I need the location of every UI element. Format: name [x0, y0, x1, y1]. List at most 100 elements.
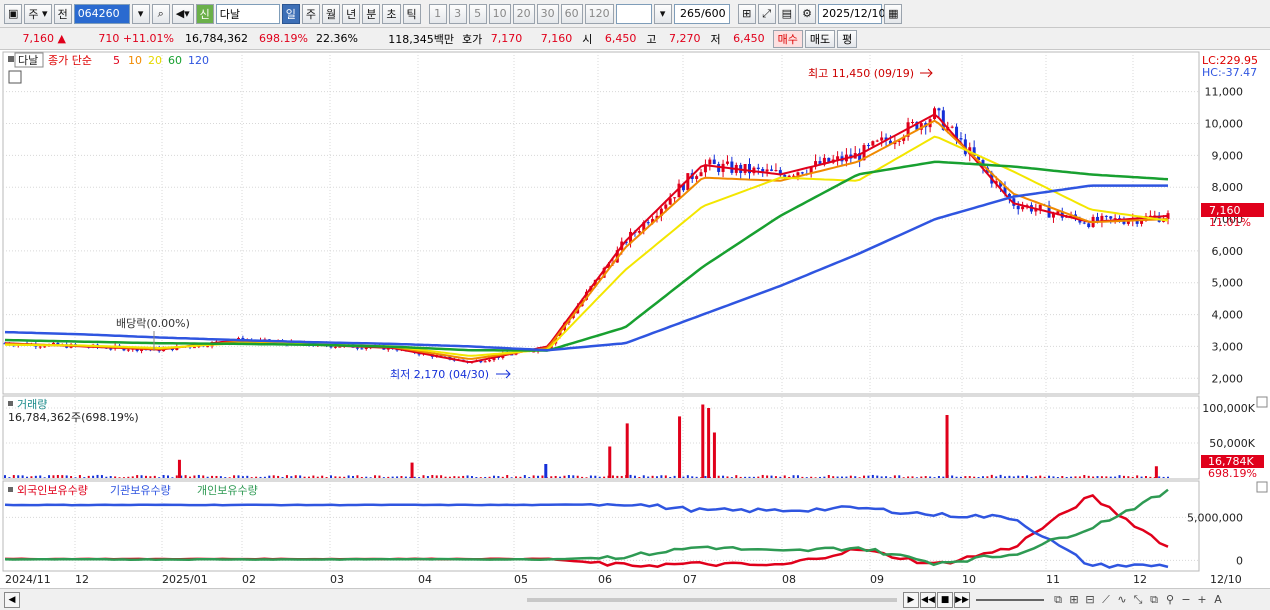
speaker-icon[interactable]: ◀▾ [171, 3, 194, 24]
market-select[interactable]: 주 ▾ [24, 3, 52, 24]
volume-collapse-icon[interactable] [1256, 396, 1268, 408]
scroll-track[interactable] [22, 593, 902, 607]
interval-10[interactable]: 10 [488, 3, 511, 24]
volume-bar [396, 476, 399, 478]
interval-60[interactable]: 60 [560, 3, 583, 24]
price-tick-label: 6,000 [1212, 245, 1244, 258]
indicator-icon[interactable]: ⊞ [737, 3, 756, 24]
eval-button[interactable]: 평 [837, 29, 858, 48]
candle-body [1104, 215, 1108, 217]
candle-body [360, 348, 364, 350]
trend-tool-icon[interactable]: ⤡ [1130, 592, 1146, 608]
save-icon[interactable]: ▤ [777, 3, 797, 24]
interval-5[interactable]: 5 [468, 3, 487, 24]
interval-30[interactable]: 30 [536, 3, 559, 24]
foreign-legend[interactable]: 외국인보유수량 [17, 484, 88, 497]
volume-bar [334, 476, 337, 478]
volume-bar [801, 476, 804, 478]
volume-bar [515, 476, 518, 478]
volume-bar [669, 476, 672, 478]
volume-bar [246, 475, 249, 478]
panel-marker-icon [8, 56, 14, 62]
volume-title: 거래량 [17, 398, 47, 411]
line-tool-icon[interactable]: ⟋ [1098, 592, 1114, 608]
volume-bar [65, 475, 68, 478]
code-dropdown-icon[interactable]: ▾ [131, 3, 150, 24]
ma60-legend[interactable]: 60 [168, 54, 182, 67]
minus-icon[interactable]: − [1178, 592, 1194, 608]
calendar-icon[interactable]: ▦ [884, 3, 903, 24]
candle-body [950, 126, 954, 128]
period-minute[interactable]: 분 [362, 3, 381, 24]
holdings-tick-label: 5,000,000 [1187, 511, 1243, 524]
ma10-legend[interactable]: 10 [128, 54, 142, 67]
volume-bar [1078, 476, 1081, 478]
volume-bar [457, 476, 460, 478]
chart-toolbar: ▣ 주 ▾ 전 064260 ▾ ⌕ ◀▾ 신 다날 일 주 월 년 분 초 틱… [0, 0, 1270, 28]
sell-button[interactable]: 매도 [804, 29, 836, 48]
stock-code-input[interactable]: 064260 [73, 3, 130, 24]
scroll-left-icon[interactable]: ◀ [4, 591, 20, 608]
volume-bar [532, 475, 535, 478]
scroll-right-icon[interactable]: ▶ [903, 591, 919, 608]
chart-menu-icon[interactable]: ▣ [4, 3, 23, 24]
rewind-icon[interactable]: ◀◀ [920, 591, 936, 608]
ma120-legend[interactable]: 120 [188, 54, 209, 67]
copy-icon[interactable]: ⧉ [1146, 592, 1162, 608]
settings-gear-icon[interactable]: ⚙ [798, 3, 817, 24]
chart-type-icon[interactable]: ⊟ [1082, 592, 1098, 608]
chart-area[interactable]: 11,00010,0009,0008,0007,0006,0005,0004,0… [0, 51, 1270, 591]
count-input[interactable]: 265/600 [673, 3, 730, 24]
volume-bar [730, 477, 733, 478]
period-day[interactable]: 일 [281, 3, 300, 24]
interval-3[interactable]: 3 [448, 3, 467, 24]
wave-tool-icon[interactable]: ∿ [1114, 592, 1130, 608]
interval-custom-input[interactable] [615, 3, 652, 24]
volume-bar [827, 475, 830, 478]
plus-icon[interactable]: + [1194, 592, 1210, 608]
table-view-icon[interactable] [8, 70, 22, 84]
date-input[interactable]: 2025/12/10 [818, 3, 885, 24]
interval-120[interactable]: 120 [584, 3, 614, 24]
scroll-thumb[interactable] [527, 597, 897, 602]
ma20-legend[interactable]: 20 [148, 54, 162, 67]
fast-forward-icon[interactable]: ▶▶ [954, 591, 970, 608]
stop-icon[interactable]: ■ [937, 591, 953, 608]
candle-body [483, 361, 487, 363]
period-month[interactable]: 월 [322, 3, 341, 24]
period-second[interactable]: 초 [382, 3, 401, 24]
ma5-legend[interactable]: 5 [113, 54, 120, 67]
period-week[interactable]: 주 [301, 3, 321, 24]
volume-bar [889, 477, 892, 478]
font-size-icon[interactable]: A [1210, 592, 1226, 608]
zoom-slider[interactable] [976, 598, 1044, 601]
volume-bar [78, 475, 81, 478]
volume-bar [990, 474, 993, 478]
new-listing-badge[interactable]: 신 [195, 3, 214, 24]
volume-bar [290, 476, 293, 478]
grid-layout-icon[interactable]: ⊞ [1066, 592, 1082, 608]
layout-icon[interactable]: ⧉ [1050, 592, 1066, 608]
individual-legend[interactable]: 개인보유수량 [197, 484, 258, 497]
stock-name-field[interactable]: 다날 [215, 3, 280, 24]
holdings-collapse-icon[interactable] [1256, 481, 1268, 493]
volume-ratio: 698.19% [259, 32, 308, 45]
interval-dropdown-icon[interactable]: ▾ [653, 3, 672, 24]
x-tick-label: 10 [962, 573, 976, 586]
prev-button[interactable]: 전 [53, 3, 72, 24]
volume-bar [166, 475, 169, 478]
volume-bar [774, 476, 777, 478]
zoom-out-icon[interactable]: ⚲ [1162, 592, 1178, 608]
interval-20[interactable]: 20 [512, 3, 535, 24]
ask-price: 7,170 [490, 32, 523, 45]
institution-legend[interactable]: 기관보유수량 [110, 484, 171, 497]
buy-button[interactable]: 매수 [772, 29, 803, 48]
interval-1[interactable]: 1 [428, 3, 447, 24]
search-icon[interactable]: ⌕ [151, 3, 170, 24]
period-year[interactable]: 년 [342, 3, 361, 24]
volume-bar [554, 475, 557, 478]
stock-name-tag-label: 다날 [18, 54, 38, 67]
period-tick[interactable]: 틱 [402, 3, 421, 24]
drawing-tool-icon[interactable]: ⤢ [757, 3, 776, 24]
candle-body [43, 346, 47, 348]
